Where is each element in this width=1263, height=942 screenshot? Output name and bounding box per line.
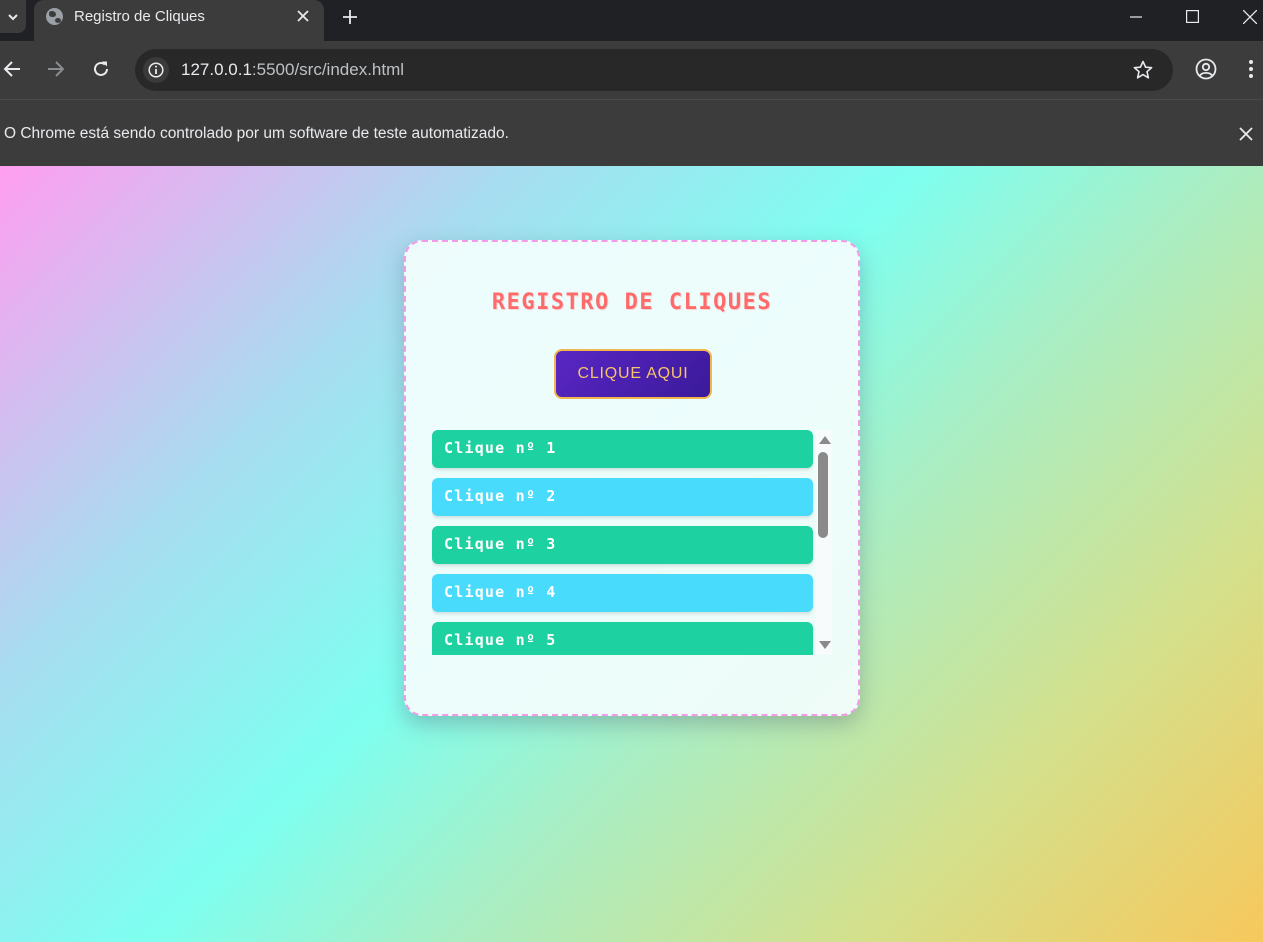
chevron-down-icon <box>8 13 18 20</box>
scrollbar-thumb[interactable] <box>818 452 828 538</box>
maximize-button[interactable] <box>1164 0 1220 33</box>
scroll-up-arrow-icon[interactable] <box>819 436 831 444</box>
tab-search-button[interactable] <box>0 0 26 33</box>
url-text: 127.0.0.1:5500/src/index.html <box>181 60 404 80</box>
infobar-message: O Chrome está sendo controlado por um so… <box>4 125 509 142</box>
profile-button[interactable] <box>1194 57 1218 81</box>
kebab-menu-icon <box>1249 60 1253 78</box>
bookmark-button[interactable] <box>1131 58 1155 82</box>
list-item: Clique nº 3 <box>432 526 813 564</box>
list-item-label: Clique nº 5 <box>444 631 557 649</box>
forward-button[interactable] <box>44 57 68 81</box>
globe-icon <box>46 8 63 25</box>
tab-strip: Registro de Cliques <box>0 0 1263 41</box>
close-icon <box>1243 9 1257 24</box>
infobar-close-button[interactable] <box>1234 122 1258 146</box>
maximize-icon <box>1185 10 1199 23</box>
page-title: REGISTRO DE CLIQUES <box>491 290 773 315</box>
star-icon <box>1133 60 1153 79</box>
active-tab[interactable]: Registro de Cliques <box>34 0 324 41</box>
list-item: Clique nº 2 <box>432 478 813 516</box>
minimize-icon <box>1130 15 1142 18</box>
list-item: Clique nº 4 <box>432 574 813 612</box>
address-bar[interactable]: 127.0.0.1:5500/src/index.html <box>135 49 1173 91</box>
minimize-button[interactable] <box>1108 0 1164 33</box>
tab-title: Registro de Cliques <box>74 8 205 25</box>
automation-infobar: O Chrome está sendo controlado por um so… <box>0 99 1263 166</box>
info-icon <box>148 62 164 78</box>
scroll-down-arrow-icon[interactable] <box>819 641 831 649</box>
new-tab-button[interactable] <box>338 5 362 29</box>
arrow-right-icon <box>48 61 65 77</box>
click-list-container[interactable]: Clique nº 1 Clique nº 2 Clique nº 3 Cliq… <box>432 430 832 655</box>
reload-button[interactable] <box>89 57 113 81</box>
site-info-button[interactable] <box>143 57 169 83</box>
page-viewport: REGISTRO DE CLIQUES CLIQUE AQUI Clique n… <box>0 166 1263 942</box>
plus-icon <box>343 10 357 24</box>
url-host: 127.0.0.1 <box>181 60 252 79</box>
list-item: Clique nº 5 <box>432 622 813 655</box>
browser-menu-button[interactable] <box>1240 57 1262 81</box>
close-icon <box>1239 127 1253 141</box>
tab-close-button[interactable] <box>292 5 314 27</box>
window-close-button[interactable] <box>1222 0 1263 33</box>
reload-icon <box>94 61 108 76</box>
click-log-card: REGISTRO DE CLIQUES CLIQUE AQUI Clique n… <box>404 240 860 716</box>
back-button[interactable] <box>0 57 24 81</box>
arrow-left-icon <box>3 61 20 77</box>
list-item-label: Clique nº 4 <box>444 583 557 601</box>
profile-icon <box>1195 58 1217 80</box>
url-path: :5500/src/index.html <box>251 60 405 79</box>
list-item-label: Clique nº 3 <box>444 535 557 553</box>
list-item: Clique nº 1 <box>432 430 813 468</box>
list-item-label: Clique nº 1 <box>444 439 557 457</box>
close-icon <box>297 10 309 22</box>
list-scrollbar[interactable] <box>816 430 832 655</box>
browser-toolbar: 127.0.0.1:5500/src/index.html <box>0 41 1263 99</box>
click-here-button[interactable]: CLIQUE AQUI <box>554 349 712 399</box>
list-item-label: Clique nº 2 <box>444 487 557 505</box>
